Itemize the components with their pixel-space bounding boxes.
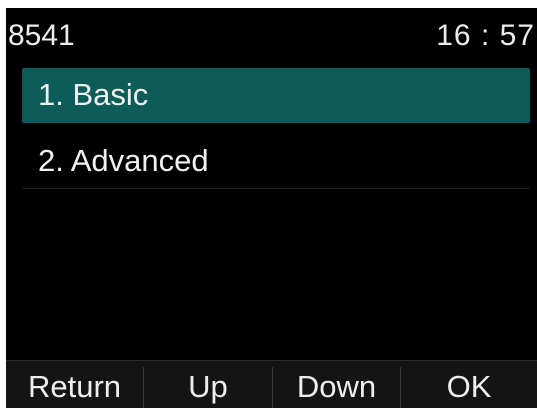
menu-item-label: 2. Advanced: [38, 143, 209, 178]
account-number: 8541: [8, 19, 75, 52]
down-softkey[interactable]: Down: [273, 361, 400, 408]
return-softkey[interactable]: Return: [6, 361, 143, 408]
softkey-bar: Return Up Down OK: [6, 360, 537, 408]
phone-screen: 8541 16 : 57 1. Basic 2. Advanced Return…: [6, 8, 537, 408]
ok-softkey[interactable]: OK: [401, 361, 537, 408]
menu-item-label: 1. Basic: [38, 77, 149, 112]
menu-item-basic[interactable]: 1. Basic: [22, 68, 530, 123]
status-bar: 8541 16 : 57: [6, 8, 537, 64]
clock: 16 : 57: [436, 19, 535, 52]
menu-item-advanced[interactable]: 2. Advanced: [22, 134, 530, 189]
up-softkey[interactable]: Up: [144, 361, 272, 408]
